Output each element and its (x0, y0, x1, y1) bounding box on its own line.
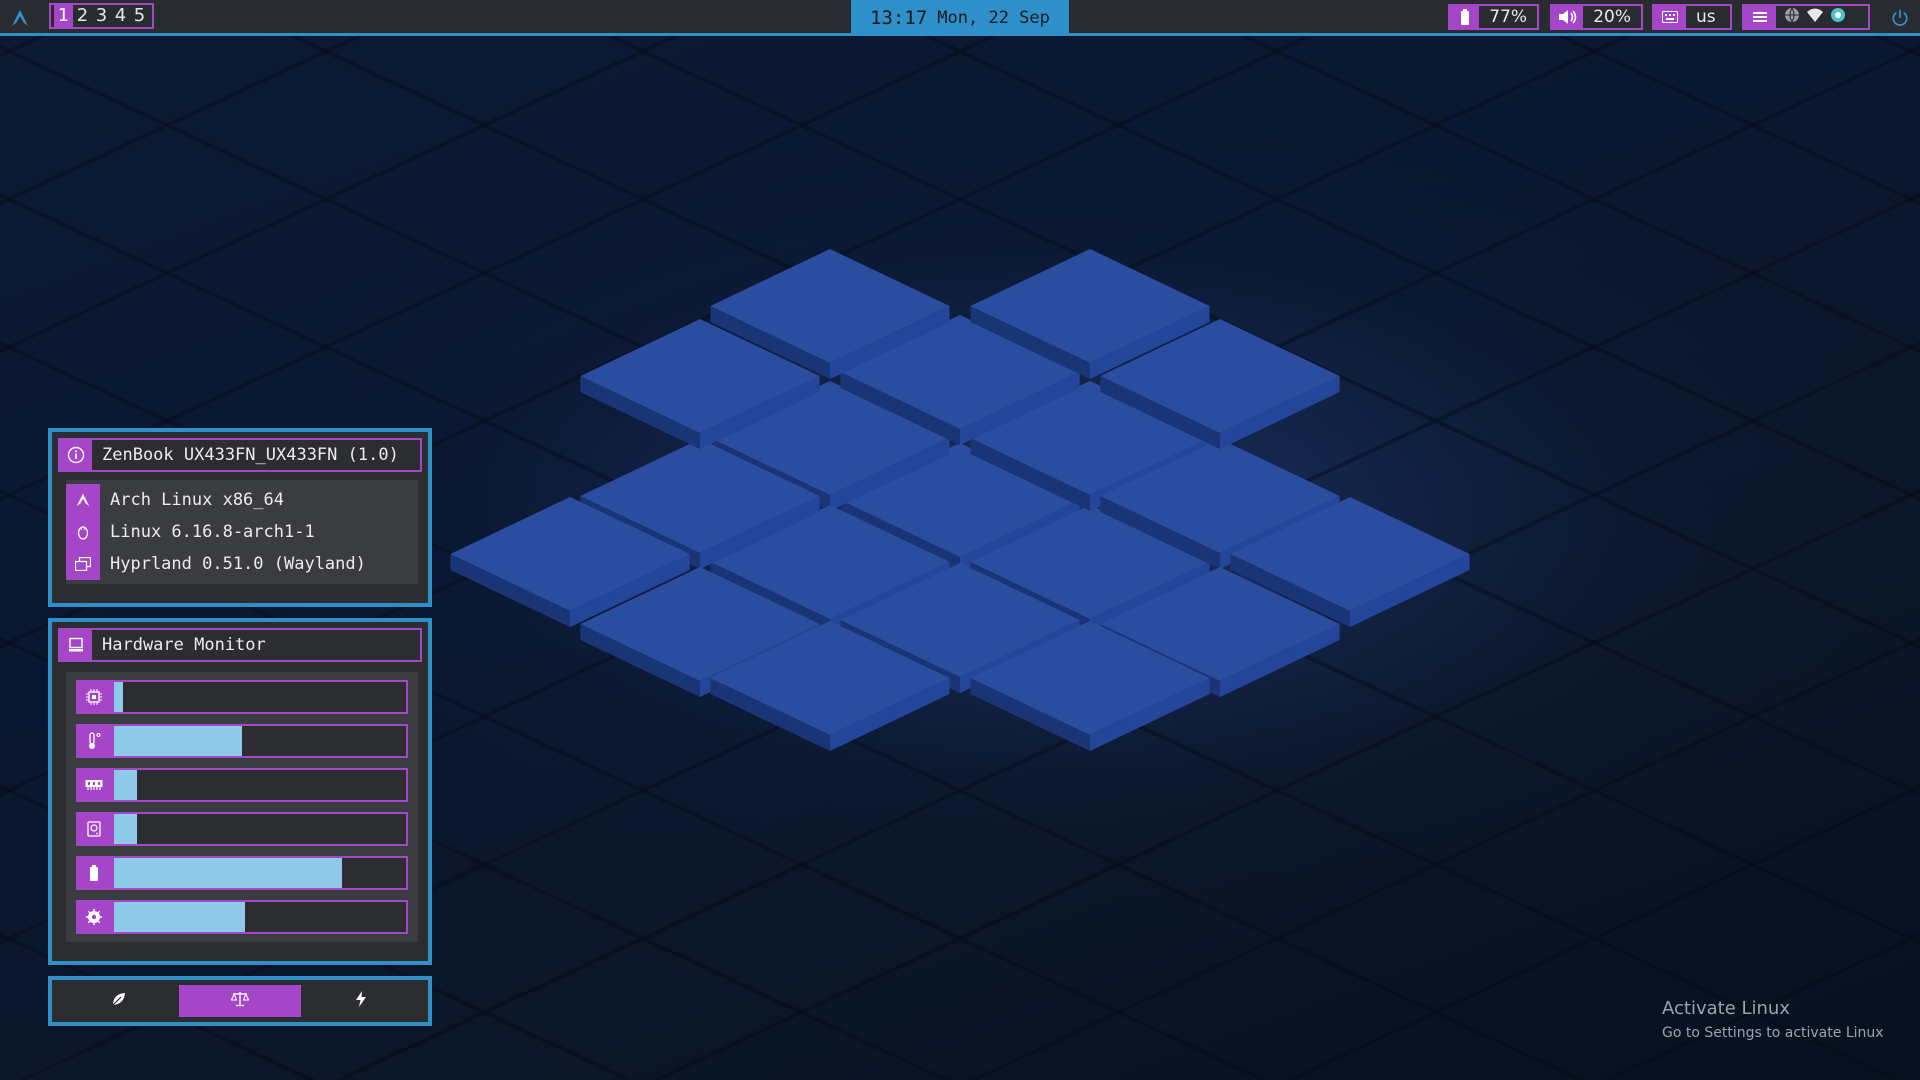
keyboard-icon (1654, 6, 1686, 28)
tray-menu-icon[interactable] (1744, 6, 1776, 28)
balance-scale-icon (230, 991, 250, 1011)
workspace-switcher: 1 2 3 4 5 (49, 3, 154, 29)
wifi-icon[interactable] (1806, 7, 1824, 27)
list-item: Hyprland 0.51.0 (Wayland) (66, 548, 418, 580)
memory-fill (114, 770, 138, 800)
power-profile-switcher (48, 976, 432, 1026)
performance-button[interactable] (301, 985, 422, 1017)
memory-row (76, 768, 408, 802)
gpu-icon (76, 900, 112, 934)
gpu-bar (112, 900, 408, 934)
battery-fill (114, 858, 342, 888)
volume-icon (1552, 6, 1584, 28)
cpu-usage-row (76, 680, 408, 714)
keyboard-layout-value: us (1696, 7, 1716, 27)
disk-row (76, 812, 408, 846)
balanced-button[interactable] (179, 985, 301, 1017)
top-bar: 1 2 3 4 5 13:17 Mon, 22 Sep 77% 20% us (0, 0, 1920, 36)
activation-watermark: Activate Linux Go to Settings to activat… (1662, 998, 1884, 1041)
battery-bar (112, 856, 408, 890)
memory-bar (112, 768, 408, 802)
kernel-label: Linux 6.16.8-arch1-1 (110, 522, 315, 542)
list-item: Arch Linux x86_64 (66, 484, 418, 516)
battery-icon (1450, 6, 1480, 28)
battery-module[interactable]: 77% (1448, 4, 1539, 30)
memory-icon (76, 768, 112, 802)
system-tray (1742, 4, 1870, 30)
arch-icon (66, 484, 100, 516)
system-info-list: Arch Linux x86_64 Linux 6.16.8-arch1-1 H… (66, 480, 418, 584)
volume-value: 20% (1593, 7, 1631, 27)
hardware-monitor-panel: Hardware Monitor (48, 618, 432, 965)
system-info-panel: ZenBook UX433FN_UX433FN (1.0) Arch Linux… (48, 428, 432, 607)
workspace-1[interactable]: 1 (54, 5, 73, 27)
workspace-2[interactable]: 2 (73, 5, 92, 27)
disk-fill (114, 814, 138, 844)
status-icon[interactable] (1830, 7, 1846, 27)
list-item: Linux 6.16.8-arch1-1 (66, 516, 418, 548)
clock-date: Mon, 22 Sep (937, 8, 1050, 28)
system-info-header: ZenBook UX433FN_UX433FN (1.0) (58, 438, 422, 472)
info-icon (60, 440, 92, 470)
computer-icon (60, 630, 92, 660)
hardware-monitor-title: Hardware Monitor (102, 635, 266, 655)
temperature-icon (76, 724, 112, 758)
battery-row (76, 856, 408, 890)
power-saver-button[interactable] (58, 985, 179, 1017)
clock-time: 13:17 (870, 7, 928, 29)
disk-bar (112, 812, 408, 846)
workspace-5[interactable]: 5 (130, 5, 149, 27)
keyboard-layout-module[interactable]: us (1652, 4, 1732, 30)
system-model-title: ZenBook UX433FN_UX433FN (1.0) (102, 445, 399, 465)
cpu-usage-bar (112, 680, 408, 714)
gpu-row (76, 900, 408, 934)
power-icon[interactable] (1888, 6, 1912, 30)
wm-label: Hyprland 0.51.0 (Wayland) (110, 554, 366, 574)
workspace-3[interactable]: 3 (92, 5, 111, 27)
hardware-bars (66, 672, 418, 942)
windows-stack-icon (66, 548, 100, 580)
workspace-4[interactable]: 4 (111, 5, 130, 27)
disk-icon (76, 812, 112, 846)
gpu-fill (114, 902, 246, 932)
leaf-icon (111, 991, 127, 1011)
battery-icon (76, 856, 112, 890)
cpu-icon (76, 680, 112, 714)
tux-icon (66, 516, 100, 548)
temperature-fill (114, 726, 243, 756)
globe-icon[interactable] (1784, 7, 1800, 27)
clock[interactable]: 13:17 Mon, 22 Sep (851, 0, 1069, 36)
temperature-row (76, 724, 408, 758)
arch-launcher-icon[interactable] (8, 6, 32, 30)
activation-subtitle: Go to Settings to activate Linux (1662, 1025, 1884, 1041)
hardware-monitor-header: Hardware Monitor (58, 628, 422, 662)
volume-module[interactable]: 20% (1550, 4, 1643, 30)
activation-title: Activate Linux (1662, 998, 1790, 1019)
lightning-icon (355, 991, 367, 1011)
os-label: Arch Linux x86_64 (110, 490, 284, 510)
battery-value: 77% (1489, 7, 1527, 27)
temperature-bar (112, 724, 408, 758)
cpu-usage-fill (114, 682, 123, 712)
